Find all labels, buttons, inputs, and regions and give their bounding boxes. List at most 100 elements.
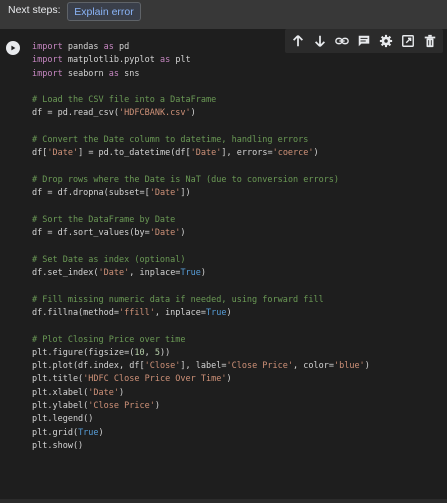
next-steps-label: Next steps:	[8, 4, 61, 16]
code-line[interactable]: # Convert the Date column to datetime, h…	[32, 134, 370, 147]
code-line[interactable]: df = df.sort_values(by='Date')	[32, 227, 370, 240]
code-token: # Load the CSV file into a DataFrame	[32, 95, 217, 106]
code-line[interactable]: plt.plot(df.index, df['Close'], label='C…	[32, 360, 370, 373]
code-editor[interactable]: import pandas as pd import matplotlib.pyp…	[26, 35, 441, 495]
arrow-up-icon[interactable]	[289, 32, 307, 50]
code-token: as	[108, 68, 120, 79]
code-token: import	[32, 68, 63, 79]
code-token: , color=	[293, 361, 334, 372]
code-token: # Convert the Date column to datetime, h…	[32, 135, 309, 146]
next-steps-bar: Next steps: Explain error	[0, 0, 447, 24]
gear-icon[interactable]	[377, 32, 395, 50]
code-token: , inplace=	[129, 268, 181, 279]
code-line[interactable]: # Set Date as index (optional)	[32, 254, 370, 267]
code-line[interactable]: df.fillna(method='ffill', inplace=True)	[32, 307, 370, 320]
code-token: import	[32, 55, 63, 66]
code-line[interactable]: # Plot Closing Price over time	[32, 334, 370, 347]
trash-icon[interactable]	[421, 32, 439, 50]
code-line[interactable]: plt.ylabel('Close Price')	[32, 400, 370, 413]
code-token: )	[190, 108, 196, 119]
code-text[interactable]: import pandas as pd import matplotlib.pyp…	[32, 41, 370, 453]
code-line[interactable]	[32, 240, 370, 253]
code-token: )	[364, 361, 370, 372]
code-line[interactable]: # Load the CSV file into a DataFrame	[32, 94, 370, 107]
code-token: 'HDFCBANK.csv'	[119, 108, 191, 119]
code-token: plt	[170, 55, 191, 66]
code-line[interactable]	[32, 280, 370, 293]
code-token: as	[159, 55, 171, 66]
code-token: 'Date'	[88, 387, 120, 398]
code-token: plt.show()	[32, 440, 84, 451]
code-line[interactable]: df.set_index('Date', inplace=True)	[32, 267, 370, 280]
code-token: 'Date'	[47, 148, 79, 159]
code-token: # Sort the DataFrame by Date	[32, 214, 176, 225]
code-token: 'Date'	[190, 148, 222, 159]
code-token: True	[180, 268, 201, 279]
code-token: df = df.dropna(subset=[	[32, 188, 150, 199]
code-line[interactable]: plt.legend()	[32, 413, 370, 426]
code-token: ,	[144, 347, 155, 358]
arrow-down-icon[interactable]	[311, 32, 329, 50]
code-line[interactable]: plt.grid(True)	[32, 427, 370, 440]
code-token: # Set Date as index (optional)	[32, 254, 186, 265]
code-token: df.set_index(	[32, 268, 99, 279]
code-token: df = df.sort_values(by=	[32, 228, 150, 239]
cell-toolbar	[285, 29, 443, 53]
code-line[interactable]: df = pd.read_csv('HDFCBANK.csv')	[32, 107, 370, 120]
code-token: plt.title(	[32, 374, 84, 385]
code-token: ])	[180, 188, 191, 199]
code-line[interactable]: import seaborn as sns	[32, 68, 370, 81]
code-line[interactable]	[32, 320, 370, 333]
code-token: # Plot Closing Price over time	[32, 334, 186, 345]
code-line[interactable]: # Sort the DataFrame by Date	[32, 214, 370, 227]
code-line[interactable]: df = df.dropna(subset=['Date'])	[32, 187, 370, 200]
run-cell-button[interactable]	[6, 41, 20, 55]
code-line[interactable]: plt.show()	[32, 440, 370, 453]
code-token: 'Close Price'	[226, 361, 294, 372]
code-token: ] = pd.to_datetime(df[	[78, 148, 191, 159]
code-token: True	[78, 427, 99, 438]
code-token: ], errors=	[221, 148, 273, 159]
code-token: )	[154, 401, 160, 412]
explain-error-button[interactable]: Explain error	[67, 2, 141, 21]
code-line[interactable]: import matplotlib.pyplot as plt	[32, 54, 370, 67]
code-cell[interactable]: import pandas as pd import matplotlib.pyp…	[0, 29, 447, 499]
code-line[interactable]: df['Date'] = pd.to_datetime(df['Date'], …	[32, 147, 370, 160]
code-token: plt.plot(df.index, df[	[32, 361, 145, 372]
code-token: # Drop rows where the Date is NaT (due t…	[32, 174, 340, 185]
open-in-tab-icon[interactable]	[399, 32, 417, 50]
code-line[interactable]	[32, 201, 370, 214]
code-line[interactable]: plt.title('HDFC Close Price Over Time')	[32, 373, 370, 386]
code-token: df[	[32, 148, 48, 159]
code-token: as	[103, 42, 114, 52]
code-token: True	[206, 307, 227, 318]
code-token: 'Date'	[98, 268, 130, 279]
code-line[interactable]	[32, 121, 370, 134]
code-token: ))	[159, 347, 171, 358]
code-line[interactable]: # Fill missing numeric data if needed, u…	[32, 294, 370, 307]
code-token: sns	[119, 68, 140, 79]
code-token: 'HDFC Close Price Over Time'	[83, 374, 227, 385]
code-token: 'blue'	[333, 361, 365, 372]
code-token: df.fillna(method=	[32, 307, 119, 318]
code-line[interactable]: plt.xlabel('Date')	[32, 387, 370, 400]
code-token: )	[119, 387, 125, 398]
code-token: # Fill missing numeric data if needed, u…	[32, 294, 324, 305]
code-token: import	[32, 42, 63, 52]
notebook-view: Next steps: Explain error import pandas …	[0, 0, 447, 503]
code-token: df = pd.read_csv(	[32, 108, 119, 119]
code-token: plt.legend()	[32, 414, 94, 425]
code-line[interactable]	[32, 81, 370, 94]
link-icon[interactable]	[333, 32, 351, 50]
code-token: , inplace=	[154, 307, 207, 318]
code-token: plt.figure(figsize=(	[32, 347, 135, 358]
comment-icon[interactable]	[355, 32, 373, 50]
code-token: )	[313, 148, 319, 159]
code-token: plt.ylabel(	[32, 401, 89, 412]
code-line[interactable]	[32, 161, 370, 174]
code-token: seaborn	[62, 68, 109, 79]
code-line[interactable]: plt.figure(figsize=(10, 5))	[32, 347, 370, 360]
code-line[interactable]: # Drop rows where the Date is NaT (due t…	[32, 174, 370, 187]
code-token: )	[226, 374, 232, 385]
code-token: 'ffill'	[119, 307, 155, 318]
